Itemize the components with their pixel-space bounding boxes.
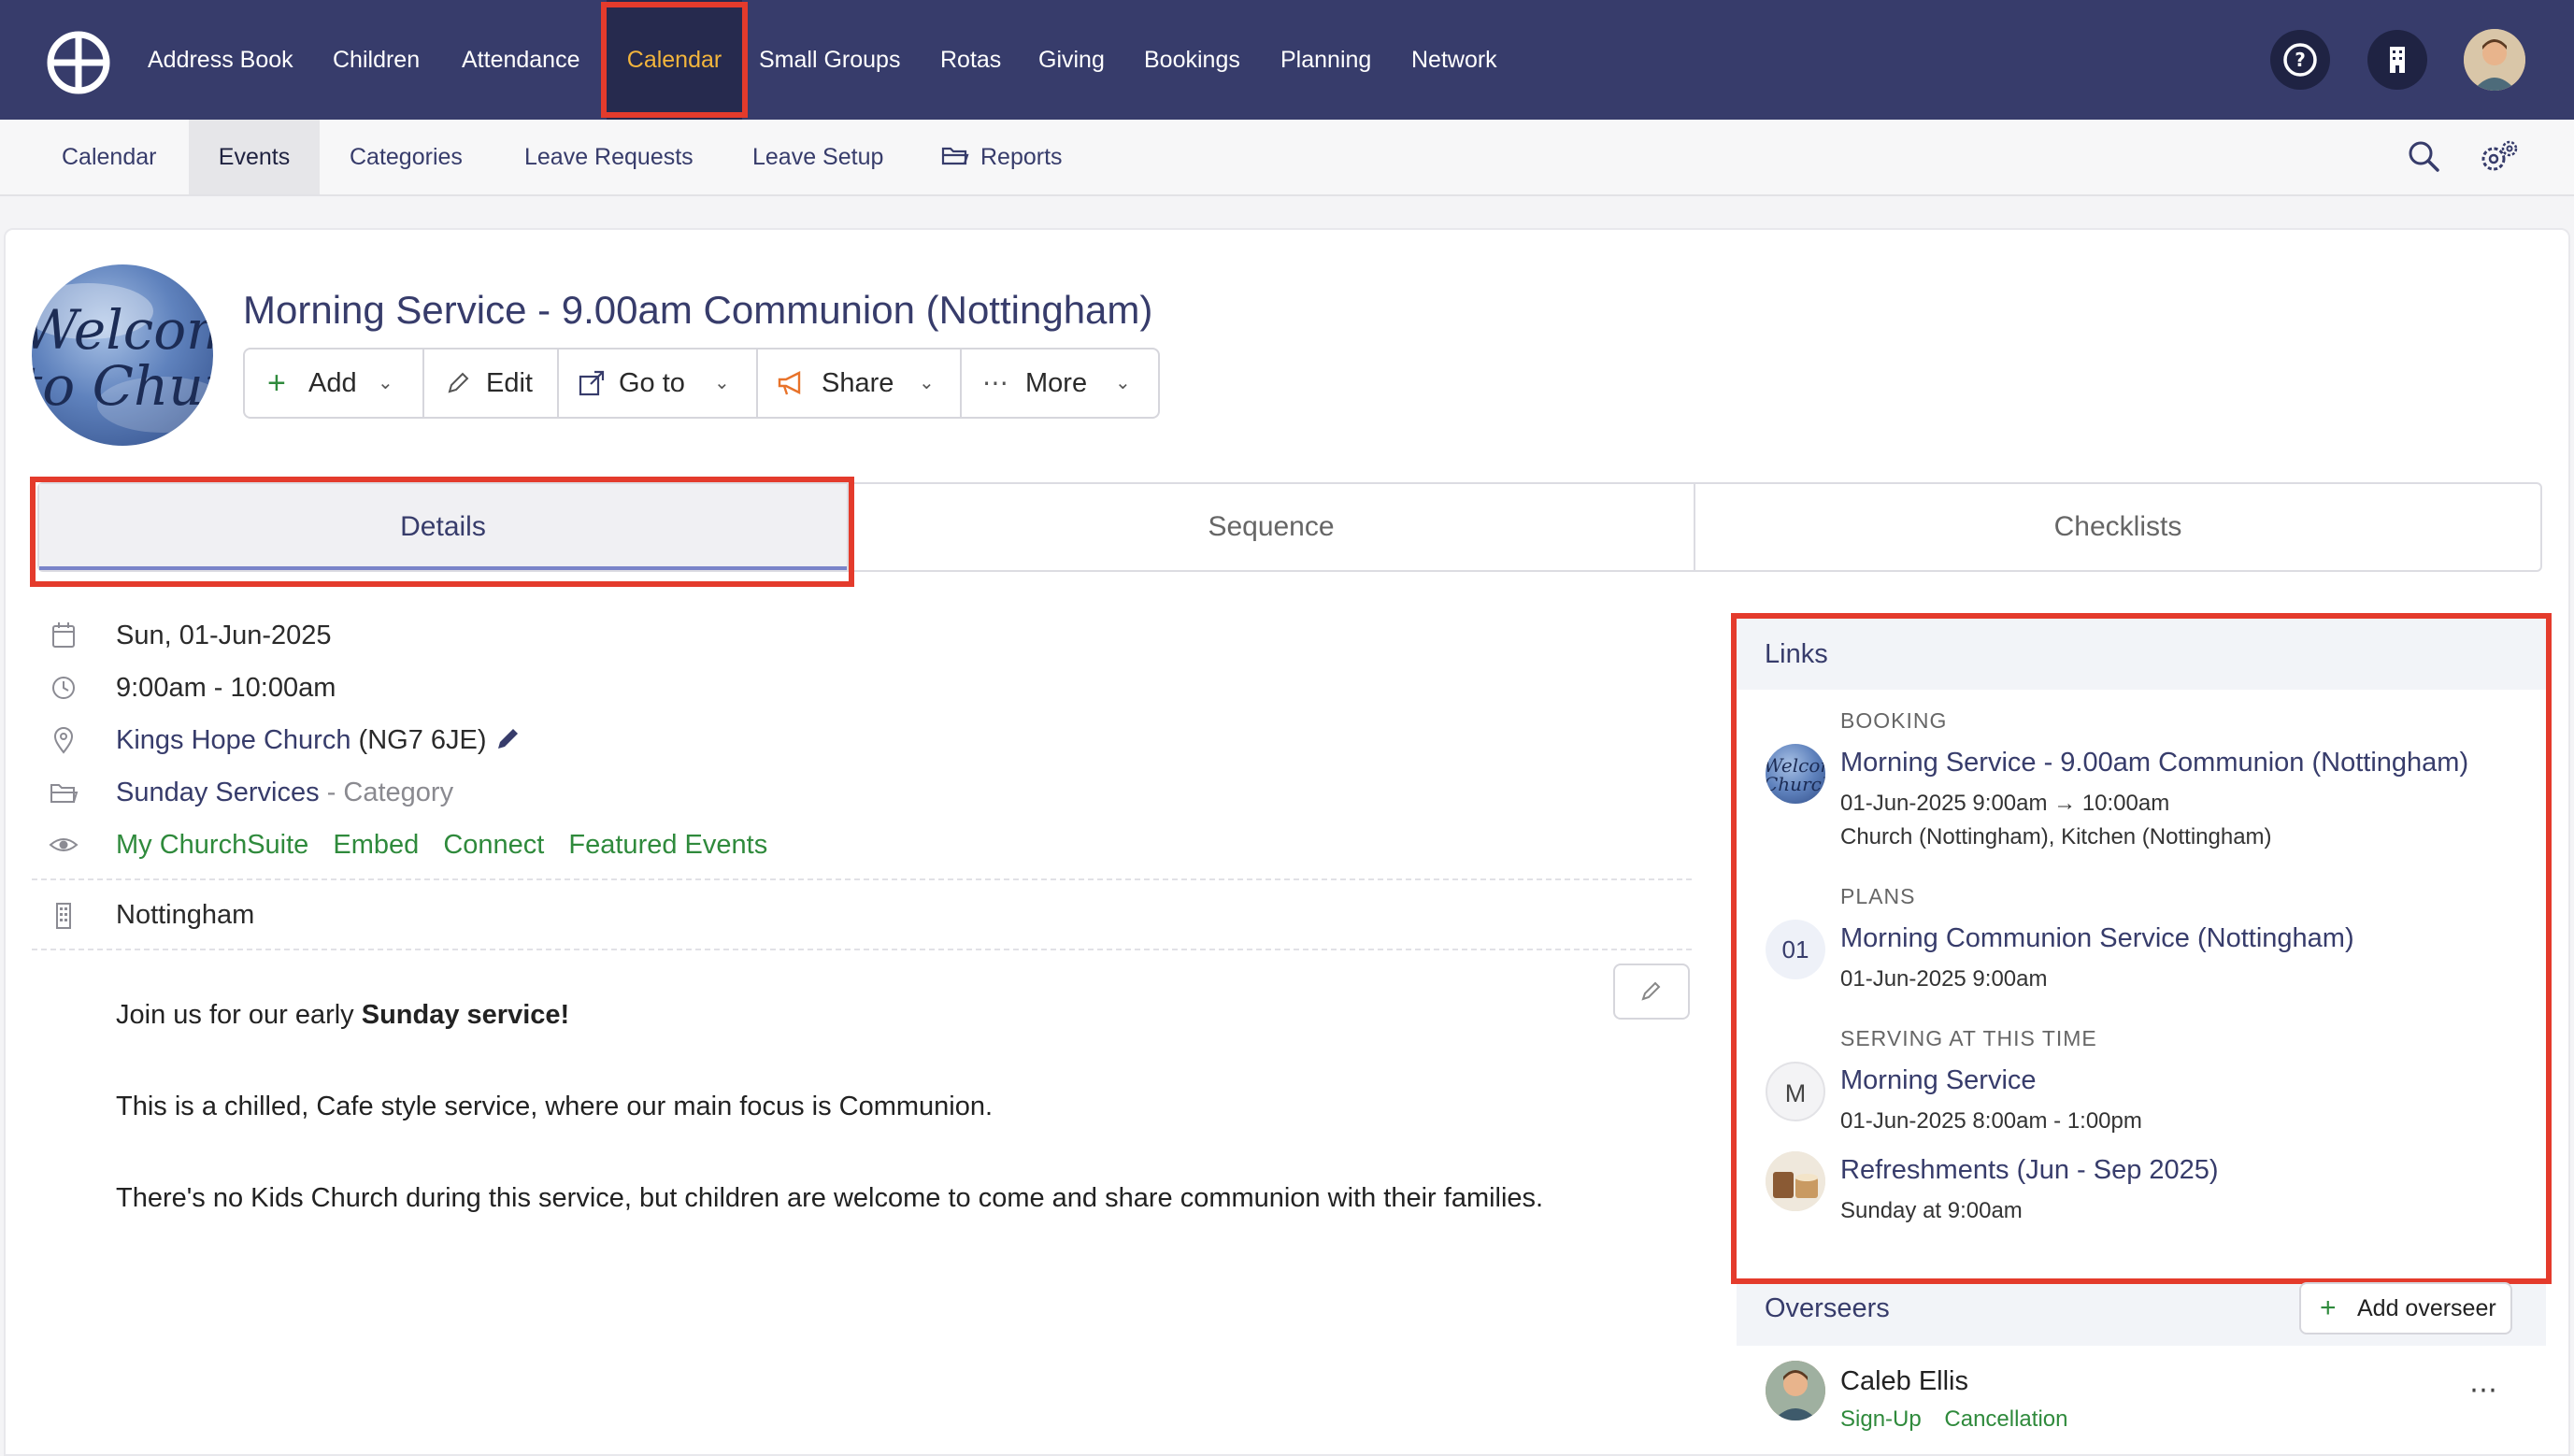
subnav-calendar[interactable]: Calendar xyxy=(32,120,186,194)
nav-small-groups[interactable]: Small Groups xyxy=(759,0,900,120)
details-tab-highlight-box xyxy=(30,477,854,587)
visibility-embed[interactable]: Embed xyxy=(333,830,419,860)
ellipsis-icon: ⋯ xyxy=(982,368,1008,397)
subnav-events[interactable]: Events xyxy=(189,120,320,194)
event-visibility: My ChurchSuite Embed Connect Featured Ev… xyxy=(116,826,767,864)
goto-button[interactable]: Go to ⌄ xyxy=(559,350,758,417)
churchsuite-logo-icon[interactable] xyxy=(47,31,110,94)
description-line-2: This is a chilled, Cafe style service, w… xyxy=(116,1092,994,1121)
visibility-featured-events[interactable]: Featured Events xyxy=(568,830,767,860)
pencil-icon xyxy=(1641,981,1661,1001)
edit-button[interactable]: Edit xyxy=(424,350,559,417)
subnav-categories[interactable]: Categories xyxy=(350,120,463,194)
more-button[interactable]: ⋯ More ⌄ xyxy=(962,350,1158,417)
calendar-highlight-box xyxy=(601,2,748,118)
external-link-icon xyxy=(579,370,605,396)
event-image-welcome-text: Welcome xyxy=(32,298,213,362)
event-date: Sun, 01-Jun-2025 xyxy=(116,621,332,650)
event-site: Nottingham xyxy=(116,900,255,930)
event-actions-group: + Add ⌄ Edit Go to ⌄ Share ⌄ ⋯ More ⌄ xyxy=(243,348,1160,419)
visibility-connect[interactable]: Connect xyxy=(443,830,544,860)
help-button[interactable]: ? xyxy=(2270,30,2330,90)
overseer-actions: Sign-Up Cancellation xyxy=(1840,1406,2067,1433)
overseer-avatar xyxy=(1766,1361,1825,1420)
share-button[interactable]: Share ⌄ xyxy=(758,350,962,417)
category-link[interactable]: Sunday Services xyxy=(116,778,320,807)
plus-icon: + xyxy=(267,365,286,401)
plus-icon: + xyxy=(2320,1292,2337,1323)
description-line-1-text: Join us for our early xyxy=(116,1000,362,1030)
map-pin-icon xyxy=(53,727,74,754)
building-icon xyxy=(56,903,71,929)
add-button-label: Add xyxy=(308,368,357,398)
building-icon xyxy=(2390,47,2405,73)
chevron-down-icon: ⌄ xyxy=(714,373,730,393)
folder-open-icon xyxy=(50,784,79,803)
add-overseer-label: Add overseer xyxy=(2357,1295,2496,1321)
event-category: Sunday Services - Category xyxy=(116,774,453,811)
overseers-panel-title: Overseers xyxy=(1765,1293,1890,1323)
subnav-reports-label: Reports xyxy=(980,144,1063,170)
nav-attendance[interactable]: Attendance xyxy=(462,0,580,120)
tab-sequence[interactable]: Sequence xyxy=(849,484,1694,570)
edit-location-pencil-icon[interactable] xyxy=(494,724,522,752)
edit-button-label: Edit xyxy=(486,368,533,398)
description-line-1: Join us for our early Sunday service! xyxy=(116,1000,569,1031)
nav-giving[interactable]: Giving xyxy=(1038,0,1105,120)
folder-icon xyxy=(941,147,969,165)
megaphone-icon xyxy=(778,371,801,395)
eye-icon xyxy=(49,838,79,851)
settings-gear-icon[interactable] xyxy=(2479,138,2520,176)
event-location: Kings Hope Church (NG7 6JE) xyxy=(116,721,522,759)
overseer-more-options-icon[interactable]: ⋯ xyxy=(2469,1374,2497,1406)
user-avatar[interactable] xyxy=(2464,29,2525,91)
location-link[interactable]: Kings Hope Church xyxy=(116,725,350,755)
event-time: 9:00am - 10:00am xyxy=(116,673,336,703)
nav-bookings[interactable]: Bookings xyxy=(1144,0,1240,120)
add-overseer-button[interactable]: + Add overseer xyxy=(2299,1282,2512,1335)
nav-planning[interactable]: Planning xyxy=(1280,0,1371,120)
subnav-leave-setup[interactable]: Leave Setup xyxy=(752,120,883,194)
calendar-icon xyxy=(52,622,75,648)
overseer-signup-link[interactable]: Sign-Up xyxy=(1840,1406,1922,1432)
links-panel-highlight-box xyxy=(1731,613,2552,1284)
chevron-down-icon: ⌄ xyxy=(919,373,935,393)
more-button-label: More xyxy=(1025,368,1088,398)
nav-network[interactable]: Network xyxy=(1411,0,1497,120)
event-title: Morning Service - 9.00am Communion (Nott… xyxy=(243,288,1153,332)
help-icon: ? xyxy=(2283,43,2317,77)
secondary-navigation: Calendar Events Categories Leave Request… xyxy=(0,120,2574,196)
visibility-my-churchsuite[interactable]: My ChurchSuite xyxy=(116,830,308,860)
overseer-cancellation-link[interactable]: Cancellation xyxy=(1944,1406,2067,1432)
top-navigation-bar: Address Book Children Attendance Calenda… xyxy=(0,0,2574,120)
organisation-button[interactable] xyxy=(2367,30,2427,90)
overseer-name: Caleb Ellis xyxy=(1840,1366,1968,1396)
event-image-church-text: to Church xyxy=(32,354,213,418)
pencil-icon xyxy=(448,372,469,393)
nav-children[interactable]: Children xyxy=(333,0,420,120)
search-icon[interactable] xyxy=(2406,138,2441,174)
add-button[interactable]: + Add ⌄ xyxy=(245,350,424,417)
divider xyxy=(32,878,1692,880)
svg-text:?: ? xyxy=(2295,49,2306,71)
location-postcode: (NG7 6JE) xyxy=(358,725,487,755)
clock-icon xyxy=(52,677,75,699)
divider xyxy=(32,949,1692,950)
edit-description-button[interactable] xyxy=(1613,964,1690,1020)
chevron-down-icon: ⌄ xyxy=(378,373,393,393)
tab-checklists[interactable]: Checklists xyxy=(1695,484,2540,570)
subnav-leave-requests[interactable]: Leave Requests xyxy=(524,120,694,194)
goto-button-label: Go to xyxy=(619,368,685,398)
description-line-1-bold: Sunday service! xyxy=(361,1000,570,1030)
share-button-label: Share xyxy=(822,368,894,398)
nav-rotas[interactable]: Rotas xyxy=(940,0,1001,120)
chevron-down-icon: ⌄ xyxy=(1115,373,1131,393)
subnav-reports[interactable]: Reports xyxy=(941,120,1063,194)
category-suffix: - Category xyxy=(326,778,454,807)
nav-address-book[interactable]: Address Book xyxy=(148,0,293,120)
event-image: Welcome to Church xyxy=(32,264,213,446)
description-line-3: There's no Kids Church during this servi… xyxy=(116,1183,1544,1213)
